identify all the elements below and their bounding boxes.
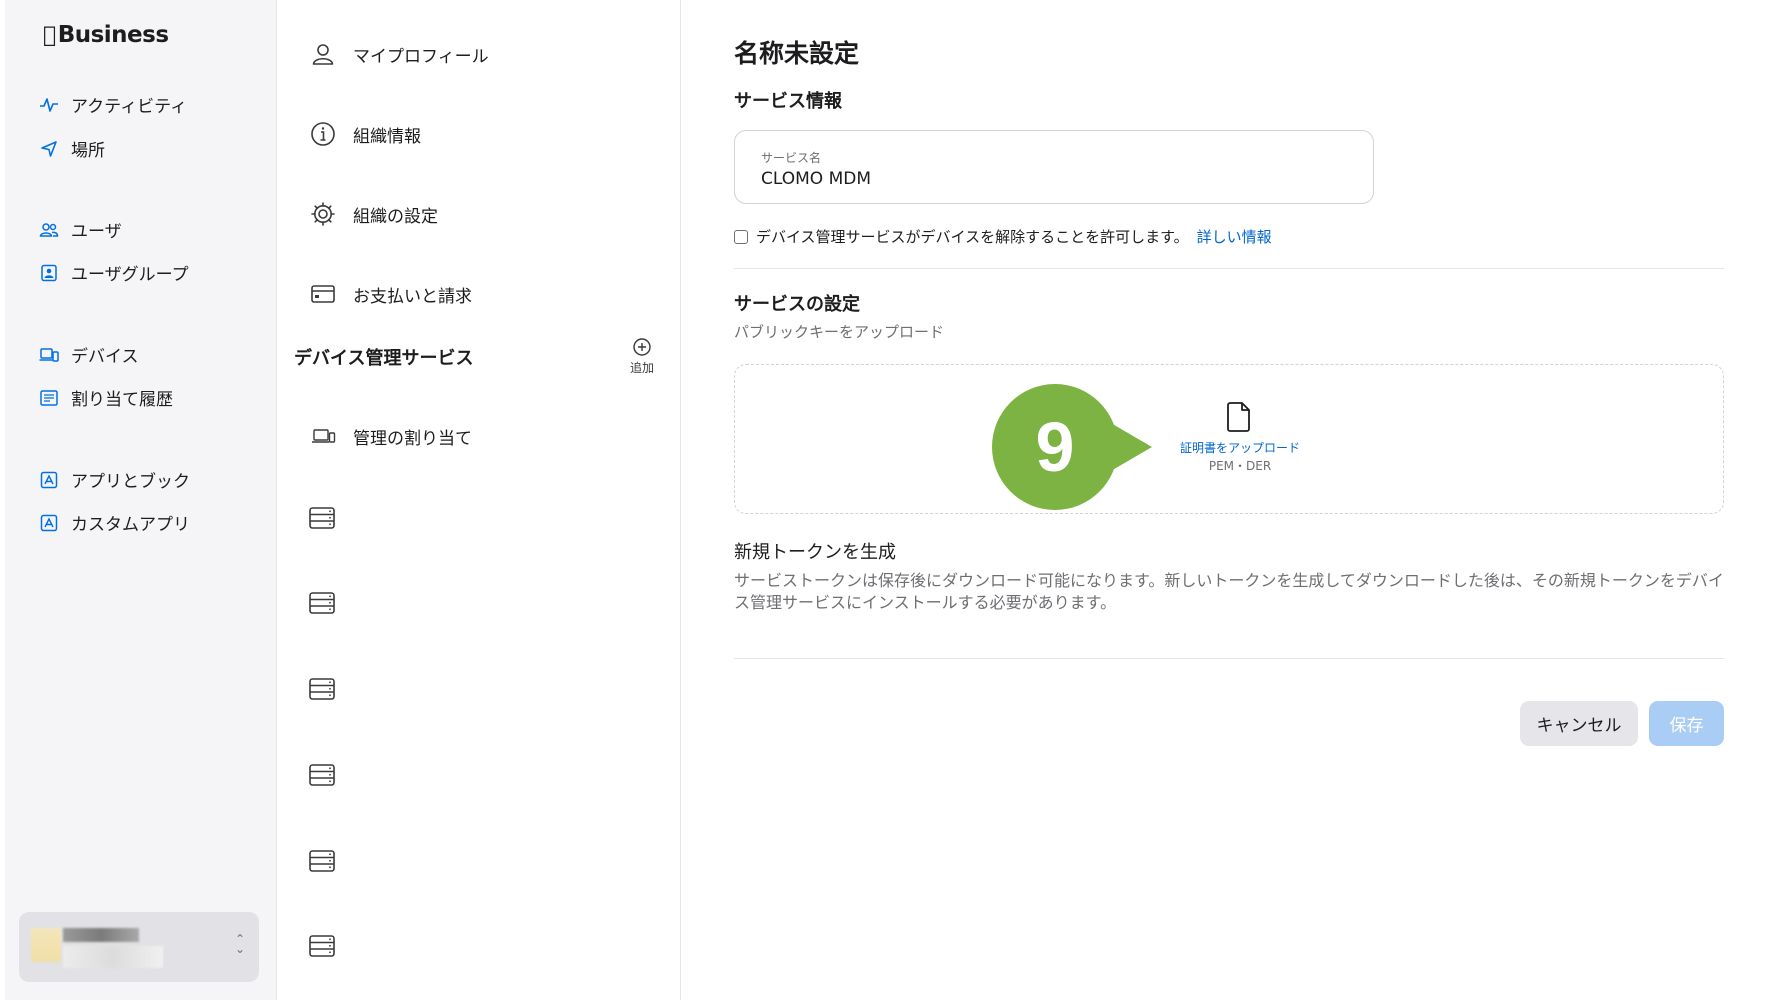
device-management-heading: デバイス管理サービス [294,348,474,369]
service-name-value: CLOMO MDM [761,169,871,189]
service-name-field[interactable]: サービス名 CLOMO MDM [734,130,1374,204]
activity-icon [40,97,58,112]
save-button[interactable]: 保存 [1649,701,1724,746]
service-info-heading: サービス情報 [734,91,842,112]
add-service-button[interactable]: 追加 [630,337,654,376]
custom-apps-icon [40,514,58,531]
service-name-label: サービス名 [761,151,822,165]
devices-icon [39,347,59,362]
apps-books-icon [40,471,58,488]
mid-item-organization-info[interactable]: 組織情報 [310,121,421,147]
plus-circle-icon [633,338,651,356]
nav-item-user-groups[interactable]: ユーザグループ [39,260,189,285]
accepted-formats: PEM・DER [1208,459,1272,473]
nav-item-label: ユーザグループ [71,265,189,285]
section-divider [734,268,1724,269]
devices-icon [312,429,336,443]
mid-item-label: 組織の設定 [353,206,438,227]
nav-item-devices[interactable]: デバイス [39,342,139,367]
assignment-history-icon [40,389,58,406]
credit-card-icon [311,285,335,303]
nav-item-label: カスタムアプリ [71,515,190,535]
location-icon [41,140,57,157]
step-number: 9 [1035,408,1075,486]
add-label: 追加 [630,361,655,375]
nav-item-label: アクティビティ [71,97,188,117]
nav-item-label: ユーザ [71,222,122,242]
new-token-description: サービストークンは保存後にダウンロード可能になります。新しいトークンを生成してダ… [734,571,1724,612]
cancel-button[interactable]: キャンセル [1520,701,1638,746]
mid-item-label: お支払いと請求 [353,286,472,307]
account-switcher[interactable]: ⌃ ⌄ [19,912,259,982]
mid-item-management-assignment[interactable]: 管理の割り当て [310,423,472,449]
learn-more-link[interactable]: 詳しい情報 [1197,226,1272,247]
server-icon[interactable] [309,764,335,786]
step-annotation-badge: 9 [992,382,1152,512]
mid-item-label: マイプロフィール [353,46,489,67]
service-settings-heading: サービスの設定 [734,294,860,315]
nav-item-label: デバイス [71,347,139,367]
section-divider [734,658,1724,659]
main-panel: 名称未設定 サービス情報 サービス名 CLOMO MDM デバイス管理サービスが… [682,0,1778,1000]
left-sidebar:  Business アクティビティ 場所 ユーザ ユーザグループ デバイス 割… [5,0,277,1000]
mid-item-my-profile[interactable]: マイプロフィール [310,41,489,67]
gear-icon [311,202,335,226]
mid-item-label: 管理の割り当て [353,428,472,449]
server-icon[interactable] [309,935,335,957]
server-icon[interactable] [309,678,335,700]
release-devices-checkbox[interactable] [734,229,748,244]
users-icon [39,222,59,237]
nav-item-label: 割り当て履歴 [71,390,173,410]
nav-item-activity[interactable]: アクティビティ [39,92,187,117]
nav-item-label: 場所 [71,141,105,161]
chevron-up-down-icon: ⌃ ⌄ [234,932,245,956]
document-icon [1227,402,1250,432]
brand-logo[interactable]:  Business [43,22,169,48]
nav-item-apps-books[interactable]: アプリとブック [39,467,190,492]
certificate-dropzone[interactable]: 証明書をアップロード PEM・DER [734,364,1724,514]
nav-item-custom-apps[interactable]: カスタムアプリ [39,510,190,535]
upload-public-key-label: パブリックキーをアップロード [734,323,945,341]
server-icon[interactable] [309,592,335,614]
upload-certificate-link[interactable]: 証明書をアップロード [1165,439,1315,456]
mid-item-payment-billing[interactable]: お支払いと請求 [310,281,472,307]
account-detail-redacted [63,946,163,968]
mid-item-label: 組織情報 [353,126,421,147]
settings-sidebar: マイプロフィール 組織情報 組織の設定 お支払いと請求 デバイス管理サービス 追… [277,0,681,1000]
user-group-icon [41,264,57,281]
new-token-heading: 新規トークンを生成 [734,542,896,563]
brand-name: Business [45,22,169,48]
info-icon [311,122,335,146]
mid-item-organization-settings[interactable]: 組織の設定 [310,201,438,227]
apple-logo-icon:  [43,23,56,48]
nav-item-users[interactable]: ユーザ [39,217,122,242]
page-title: 名称未設定 [734,39,860,68]
account-name-redacted [63,928,139,942]
nav-item-assignment-history[interactable]: 割り当て履歴 [39,385,173,410]
release-devices-text: デバイス管理サービスがデバイスを解除することを許可します。 [756,228,1189,246]
server-icon[interactable] [309,507,335,529]
nav-item-locations[interactable]: 場所 [39,136,105,161]
account-avatar [31,928,61,962]
person-icon [312,44,334,65]
release-devices-row: デバイス管理サービスがデバイスを解除することを許可します。 詳しい情報 [734,226,1272,247]
server-icon[interactable] [309,850,335,872]
nav-item-label: アプリとブック [71,472,190,492]
